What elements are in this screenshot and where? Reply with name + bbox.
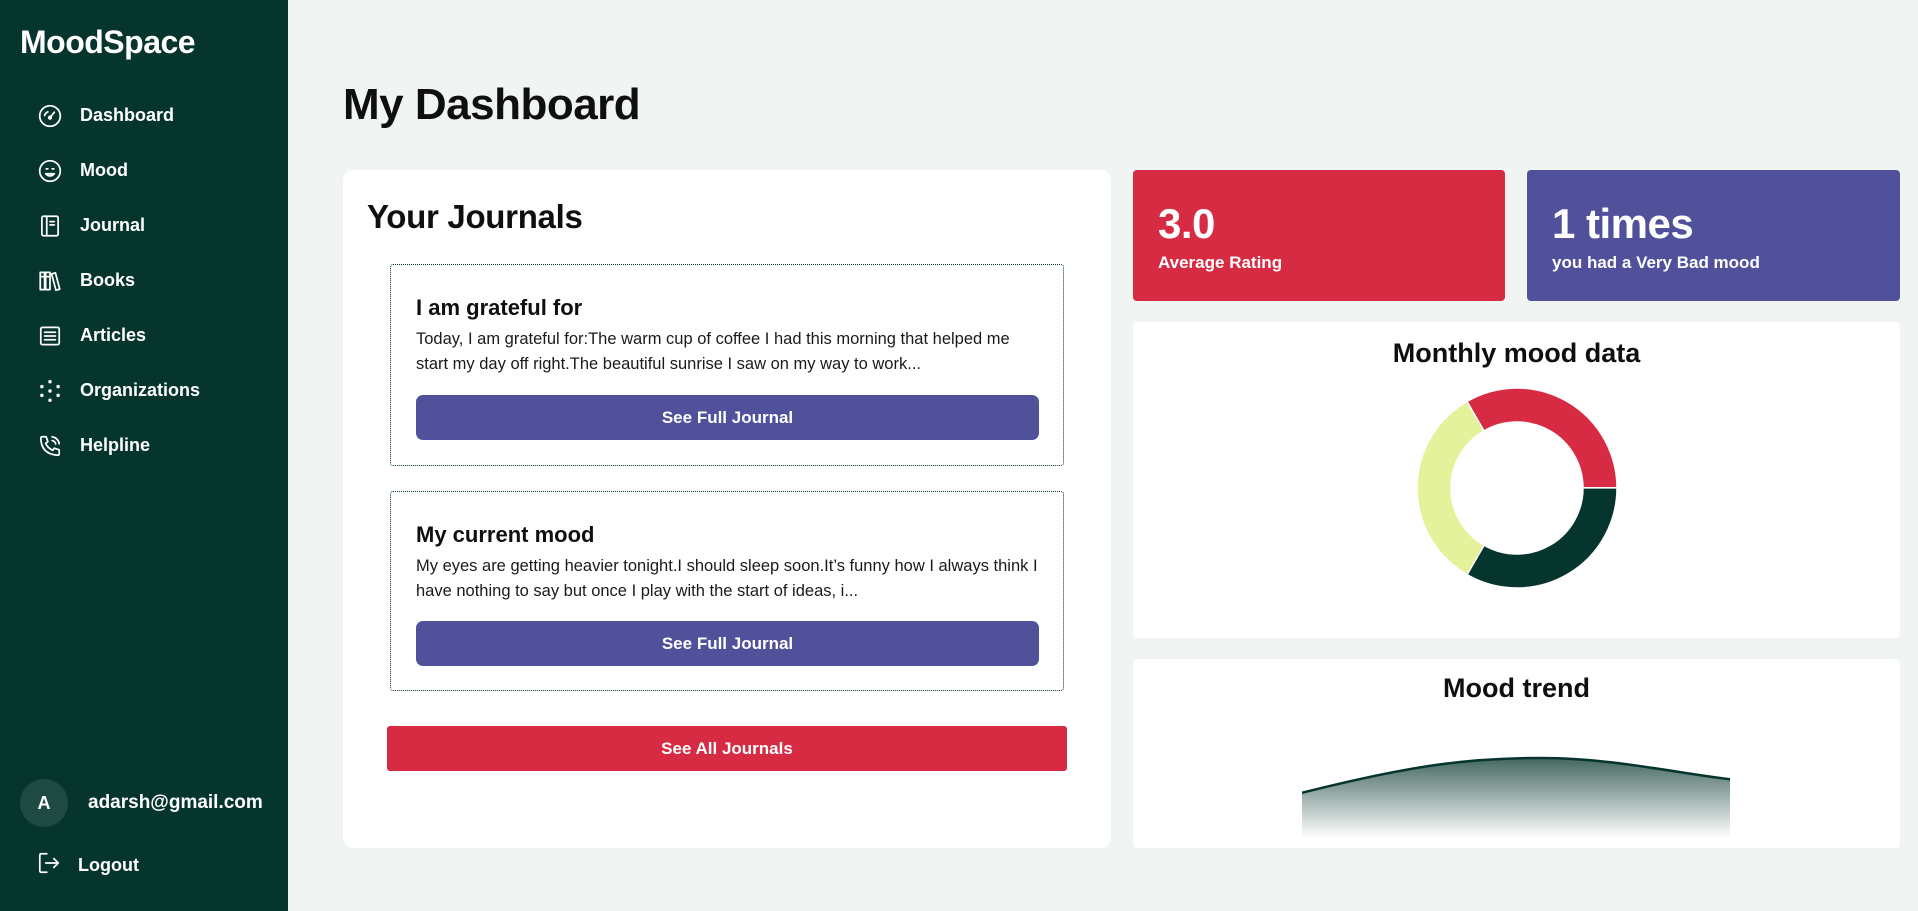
- donut-slice: [1416, 400, 1486, 576]
- journal-title: My current mood: [416, 522, 595, 547]
- journal-card: My current mood My eyes are getting heav…: [390, 491, 1064, 691]
- journals-panel: Your Journals I am grateful for Today, I…: [343, 170, 1111, 848]
- user-email: adarsh@gmail.com: [88, 792, 263, 813]
- monthly-mood-donut-chart: [1416, 387, 1618, 589]
- see-full-journal-button[interactable]: See Full Journal: [416, 395, 1039, 440]
- monthly-mood-title: Monthly mood data: [1392, 338, 1641, 368]
- sidebar-item-helpline[interactable]: Helpline: [0, 418, 288, 473]
- organizations-icon: [36, 377, 64, 405]
- average-rating-value: 3.0: [1158, 200, 1215, 247]
- logout-label: Logout: [78, 855, 139, 875]
- sidebar-item-label: Dashboard: [80, 105, 175, 125]
- sidebar-item-dashboard[interactable]: Dashboard: [0, 88, 288, 143]
- sidebar-item-label: Mood: [80, 160, 128, 180]
- logout-button[interactable]: Logout: [36, 850, 139, 881]
- brand-logo[interactable]: MoodSpace: [20, 24, 196, 61]
- monthly-mood-card: Monthly mood data: [1133, 322, 1900, 638]
- mood-trend-chart: [1302, 756, 1730, 838]
- user-profile[interactable]: A adarsh@gmail.com: [20, 779, 263, 827]
- sidebar-item-books[interactable]: Books: [0, 253, 288, 308]
- journals-heading: Your Journals: [367, 198, 583, 235]
- logout-icon: [36, 850, 62, 881]
- sidebar-item-organizations[interactable]: Organizations: [0, 363, 288, 418]
- see-full-journal-button[interactable]: See Full Journal: [416, 621, 1039, 666]
- journal-card: I am grateful for Today, I am grateful f…: [390, 264, 1064, 466]
- sidebar-item-label: Books: [80, 270, 136, 290]
- page-title: My Dashboard: [343, 80, 641, 129]
- avatar: A: [20, 779, 68, 827]
- donut-slice: [1466, 487, 1618, 589]
- journal-excerpt: Today, I am grateful for:The warm cup of…: [416, 330, 1010, 373]
- sidebar-item-journal[interactable]: Journal: [0, 198, 288, 253]
- sidebar-nav: Dashboard Mood Journal Books Articles Or…: [0, 88, 288, 473]
- journal-excerpt: My eyes are getting heavier tonight.I sh…: [416, 557, 1038, 600]
- sidebar-item-label: Helpline: [80, 435, 151, 455]
- sidebar-item-label: Organizations: [80, 380, 201, 400]
- bad-mood-count-card: 1 times you had a Very Bad mood: [1527, 170, 1900, 301]
- sidebar: MoodSpace Dashboard Mood Journal Books A…: [0, 0, 288, 911]
- mood-trend-title: Mood trend: [1443, 673, 1590, 703]
- sidebar-item-label: Journal: [80, 215, 146, 235]
- average-rating-label: Average Rating: [1158, 253, 1283, 272]
- sidebar-item-mood[interactable]: Mood: [0, 143, 288, 198]
- sidebar-item-articles[interactable]: Articles: [0, 308, 288, 363]
- smiley-icon: [36, 157, 64, 185]
- journal-title: I am grateful for: [416, 295, 583, 320]
- articles-icon: [36, 322, 64, 350]
- sidebar-item-label: Articles: [80, 325, 147, 345]
- gauge-icon: [36, 102, 64, 130]
- see-all-journals-button[interactable]: See All Journals: [387, 726, 1067, 771]
- books-icon: [36, 267, 64, 295]
- phone-icon: [36, 432, 64, 460]
- bad-mood-count-value: 1 times: [1552, 200, 1694, 247]
- average-rating-card: 3.0 Average Rating: [1133, 170, 1505, 301]
- journal-icon: [36, 212, 64, 240]
- donut-slice: [1465, 387, 1618, 489]
- bad-mood-count-label: you had a Very Bad mood: [1552, 253, 1760, 272]
- mood-trend-card: Mood trend: [1133, 659, 1900, 848]
